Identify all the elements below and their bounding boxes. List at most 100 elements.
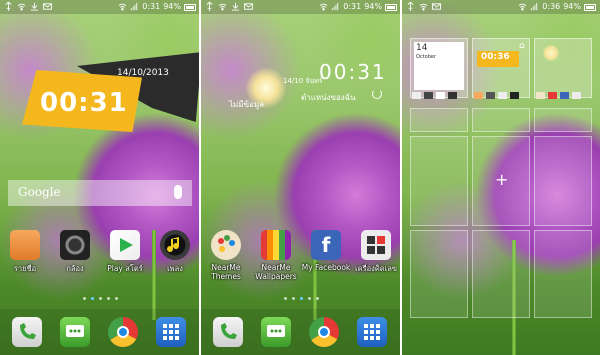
mini-app-icon	[572, 92, 581, 99]
messages-icon[interactable]	[261, 317, 291, 347]
microphone-icon[interactable]	[174, 185, 182, 199]
calculator-icon	[361, 230, 391, 260]
mini-app-icon	[486, 92, 495, 99]
page-dot	[283, 297, 287, 300]
mini-app-icon	[510, 92, 519, 99]
weather-sun-icon	[543, 45, 559, 61]
page-preview-clock[interactable]: 00:36 ⌂	[472, 38, 530, 98]
google-search-bar[interactable]: Google	[8, 180, 192, 206]
cell-signal-icon	[131, 2, 138, 11]
status-bar: 0:36 94%	[402, 0, 600, 14]
app-contacts[interactable]: รายชื่อ	[0, 230, 50, 275]
contacts-icon	[10, 230, 40, 260]
download-icon	[231, 2, 240, 11]
battery-percent: 94%	[163, 2, 181, 11]
app-calculator[interactable]: เครื่องคิดเลข	[351, 230, 401, 275]
preview-icon-row	[474, 92, 519, 99]
battery-icon	[584, 3, 596, 11]
page-dot	[307, 297, 311, 300]
widget-time: 00:31	[40, 88, 128, 118]
add-page-slot[interactable]: +	[472, 136, 530, 226]
wifi-icon	[218, 3, 227, 11]
email-icon	[43, 3, 52, 10]
phone-icon[interactable]	[213, 317, 243, 347]
phone-icon[interactable]	[12, 317, 42, 347]
camera-icon	[60, 230, 90, 260]
home-screen-2: 0:31 94% 00:31 14/10 จันทร์ ไม่มีข้อมูล …	[201, 0, 401, 355]
wallpapers-icon	[261, 230, 291, 260]
page-dot	[114, 297, 118, 300]
page-dot	[106, 297, 110, 300]
themes-palette-icon	[211, 230, 241, 260]
empty-page-slot[interactable]	[410, 230, 468, 318]
app-label: Play สโตร์	[107, 264, 143, 273]
cell-signal-icon	[332, 2, 339, 11]
cell-signal-icon	[531, 2, 538, 11]
app-nearme-themes[interactable]: NearMe Themes	[201, 230, 251, 281]
chrome-icon[interactable]	[108, 317, 138, 347]
mini-app-icon	[536, 92, 545, 99]
widget-location: ตำแหน่งของฉัน	[301, 93, 356, 102]
page-dot	[98, 297, 102, 300]
home-screen-1: 0:31 94% 14/10/2013 00:31 Google รายชื่อ…	[0, 0, 200, 355]
status-time: 0:36	[542, 2, 561, 11]
battery-icon	[184, 3, 196, 11]
empty-page-slot[interactable]	[472, 230, 530, 318]
download-icon	[30, 2, 39, 11]
dock	[201, 309, 401, 355]
app-label: รายชื่อ	[13, 264, 37, 273]
refresh-icon[interactable]	[372, 89, 382, 99]
battery-icon	[385, 3, 397, 11]
page-dot-active	[299, 297, 303, 300]
app-camera[interactable]: กล้อง	[50, 230, 100, 275]
mini-app-icon	[560, 92, 569, 99]
usb-icon	[5, 2, 12, 11]
calendar-widget-preview: 14 October	[414, 42, 464, 90]
empty-page-slot[interactable]	[472, 108, 530, 132]
chrome-icon[interactable]	[309, 317, 339, 347]
widget-time: 00:31	[319, 60, 387, 84]
dock	[0, 309, 200, 355]
page-dot	[315, 297, 319, 300]
empty-page-slot[interactable]	[534, 136, 592, 226]
battery-percent: 94%	[364, 2, 382, 11]
mini-app-icon	[412, 92, 421, 99]
app-label: เครื่องคิดเลข	[355, 264, 397, 273]
wifi-icon	[419, 3, 428, 11]
app-nearme-wallpapers[interactable]: NearMe Wallpapers	[251, 230, 301, 281]
clock-widget[interactable]: 14/10/2013 00:31	[22, 52, 200, 142]
usb-icon	[407, 2, 414, 11]
music-icon	[160, 230, 190, 260]
mini-app-icon	[448, 92, 457, 99]
empty-page-slot[interactable]	[410, 108, 468, 132]
mini-app-icon	[424, 92, 433, 99]
messages-icon[interactable]	[60, 317, 90, 347]
wifi-signal-icon	[319, 3, 328, 11]
app-label: เพลง	[167, 264, 183, 273]
widget-date: 14/10/2013	[117, 68, 169, 78]
home-screen-edit-mode: 0:36 94% 14 October 00:36 ⌂ +	[402, 0, 600, 355]
page-indicator	[201, 297, 401, 300]
home-icon: ⌂	[519, 41, 525, 51]
battery-percent: 94%	[563, 2, 581, 11]
empty-page-slot[interactable]	[534, 230, 592, 318]
empty-page-slot[interactable]	[534, 108, 592, 132]
status-bar: 0:31 94%	[201, 0, 401, 14]
empty-page-slot[interactable]	[410, 136, 468, 226]
app-label: กล้อง	[66, 264, 84, 273]
page-dot-active	[90, 297, 94, 300]
page-dot	[82, 297, 86, 300]
app-play-store[interactable]: Play สโตร์	[100, 230, 150, 275]
facebook-icon: f	[311, 230, 341, 260]
app-my-facebook[interactable]: f My Facebook	[301, 230, 351, 272]
email-icon	[432, 3, 441, 10]
widget-date: 14/10 จันทร์	[283, 77, 323, 85]
mini-app-icon	[474, 92, 483, 99]
wifi-icon	[17, 3, 26, 11]
page-indicator	[0, 297, 200, 300]
app-drawer-icon[interactable]	[357, 317, 387, 347]
app-drawer-icon[interactable]	[156, 317, 186, 347]
page-preview-weather[interactable]	[534, 38, 592, 98]
app-music[interactable]: เพลง	[150, 230, 200, 275]
page-preview-calendar[interactable]: 14 October	[410, 38, 468, 98]
